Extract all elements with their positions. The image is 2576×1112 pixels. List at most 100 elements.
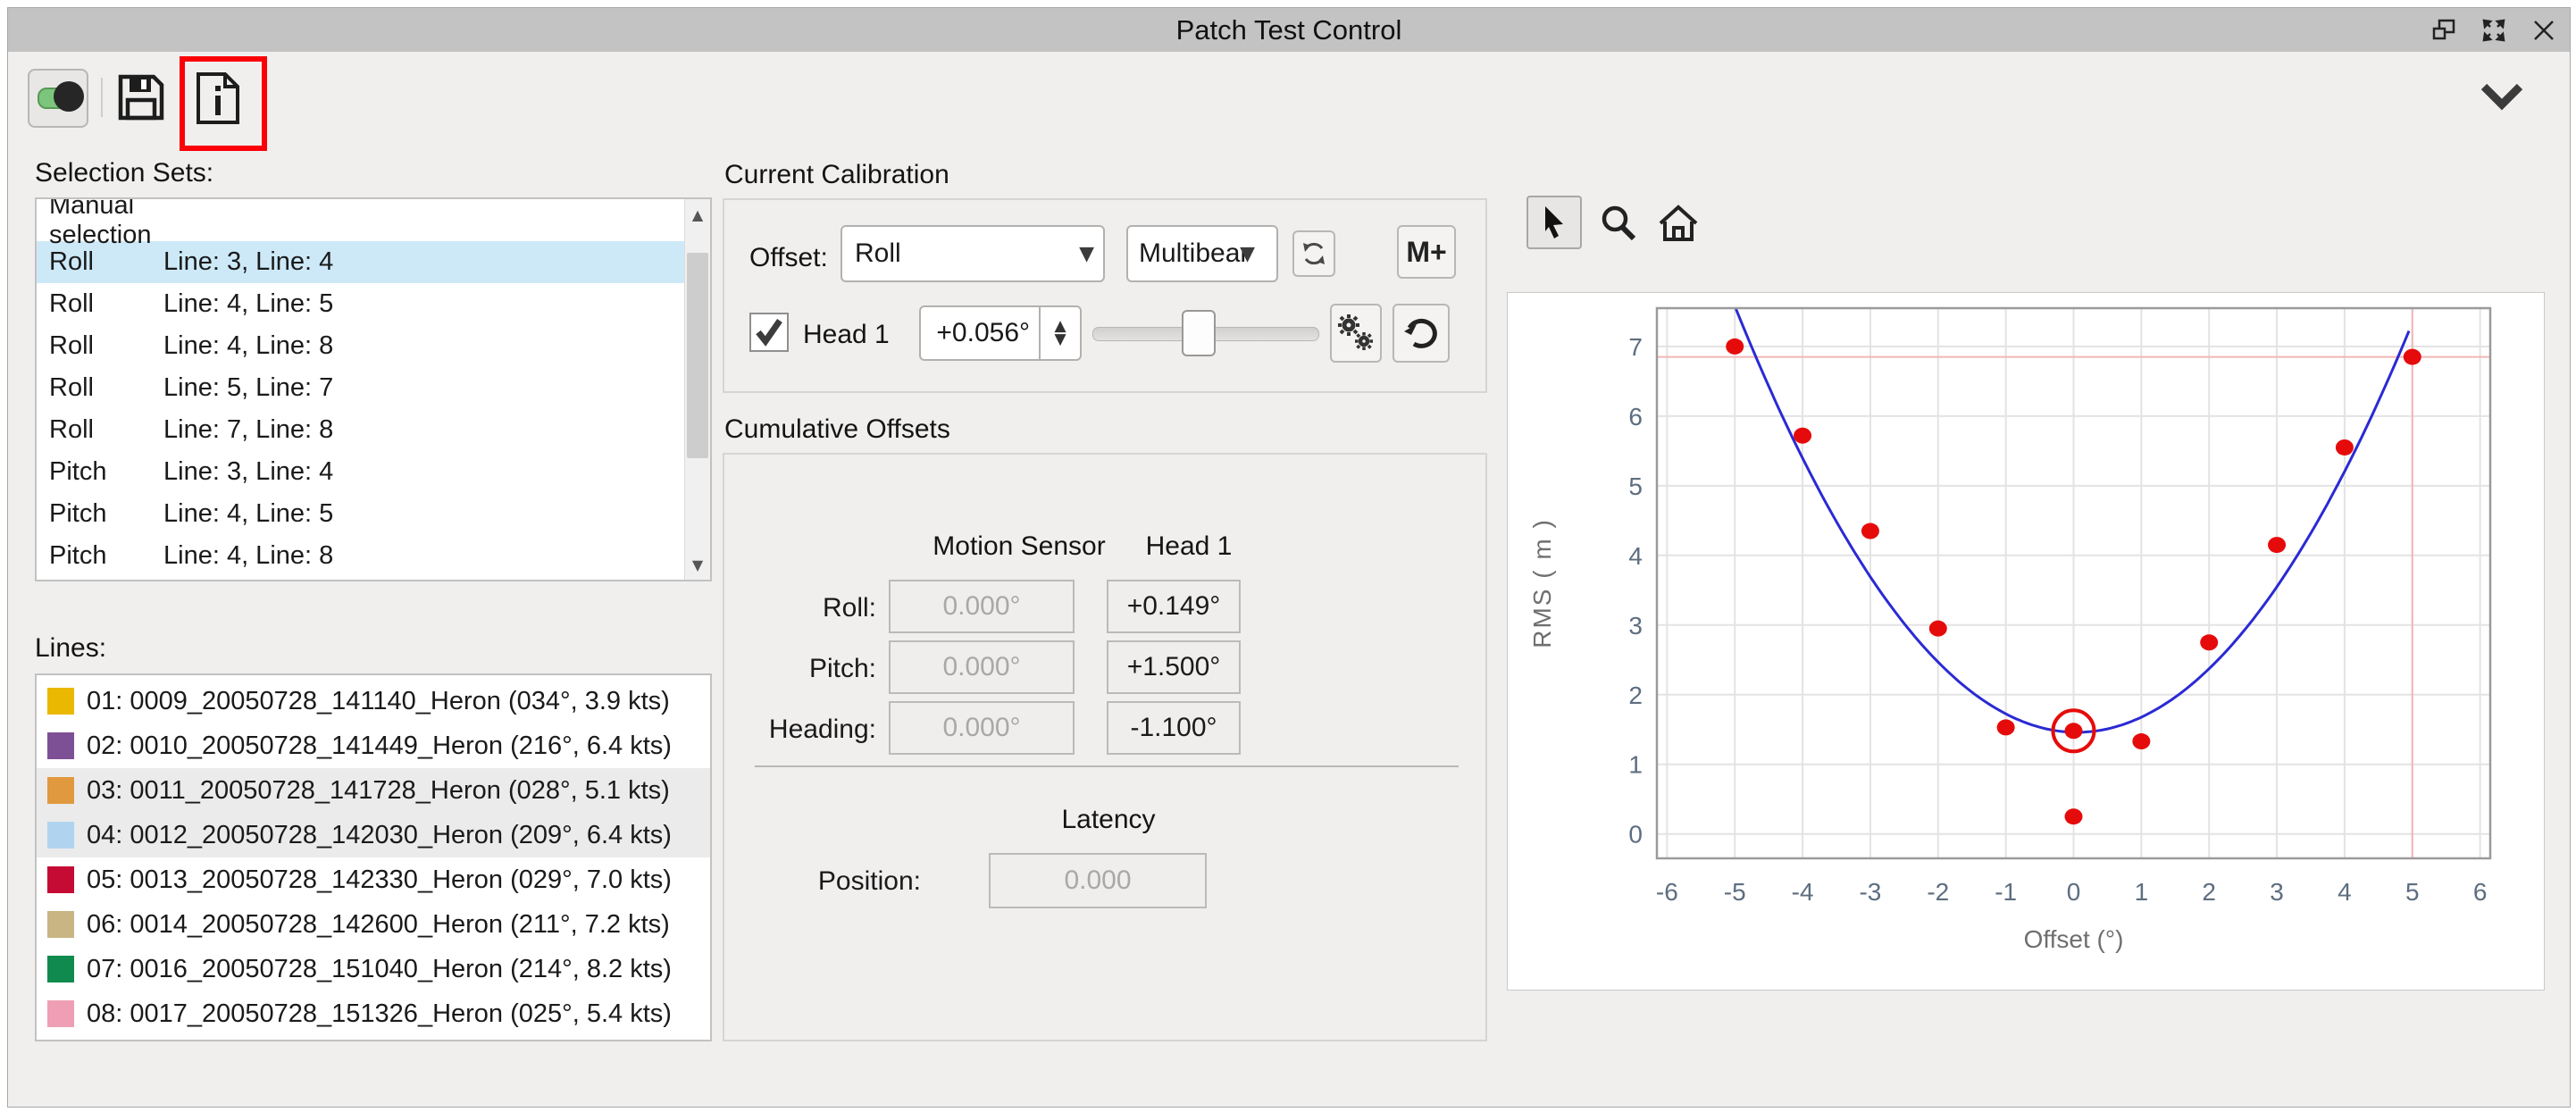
chevron-down-icon: ▼ — [1079, 243, 1094, 265]
chevron-down-icon — [2480, 82, 2524, 113]
patch-test-window: Patch Test Control — [7, 7, 2571, 1108]
line-color-swatch — [47, 732, 74, 759]
selection-sets-scrollbar[interactable]: ▲ ▼ — [684, 199, 710, 580]
collapse-panel-button[interactable] — [2479, 79, 2525, 115]
svg-text:3: 3 — [1628, 612, 1643, 640]
home-view-button[interactable] — [1653, 199, 1703, 247]
selection-set-row[interactable]: Roll Line: 3, Line: 4 — [37, 241, 685, 283]
toggle-on-icon — [38, 88, 79, 109]
line-row[interactable]: 05: 0013_20050728_142330_Heron (029°, 7.… — [37, 857, 710, 902]
current-calibration-title: Current Calibration — [724, 160, 949, 190]
head1-checkbox[interactable] — [749, 313, 789, 352]
check-icon — [754, 317, 784, 347]
selection-set-row[interactable]: Pitch Line: 3, Line: 4 — [37, 451, 685, 493]
refresh-button[interactable] — [1292, 230, 1335, 277]
svg-text:6: 6 — [1628, 403, 1643, 431]
svg-text:RMS ( m ): RMS ( m ) — [1528, 518, 1556, 648]
selection-sets-rows: Manual selection Roll Line: 3, Line: 4 R… — [37, 199, 685, 580]
lines-list[interactable]: 01: 0009_20050728_141140_Heron (034°, 3.… — [35, 673, 712, 1041]
heading-motion-field: 0.000° — [889, 701, 1075, 755]
latency-divider — [755, 765, 1459, 767]
display-toggle-button[interactable] — [28, 69, 88, 128]
rms-chart-panel[interactable]: -6-5-4-3-2-1012345601234567Offset (°)RMS… — [1507, 292, 2545, 991]
undo-icon — [1402, 315, 1440, 351]
svg-text:1: 1 — [1628, 751, 1643, 779]
line-color-swatch — [47, 777, 74, 804]
head1-label: Head 1 — [803, 320, 890, 350]
svg-text:1: 1 — [2135, 878, 2149, 906]
svg-text:3: 3 — [2270, 878, 2284, 906]
home-icon — [1657, 204, 1700, 243]
selection-set-row[interactable]: Pitch Line: 4, Line: 5 — [37, 493, 685, 535]
pointer-tool-button[interactable] — [1526, 196, 1582, 249]
chevron-down-icon: ▼ — [1240, 243, 1255, 265]
line-row[interactable]: 04: 0012_20050728_142030_Heron (209°, 6.… — [37, 813, 710, 857]
line-color-swatch — [47, 1000, 74, 1027]
offset-slider-thumb[interactable] — [1182, 310, 1216, 356]
device-dropdown[interactable]: Multibeam ▼ — [1126, 225, 1278, 282]
line-row[interactable]: 06: 0014_20050728_142600_Heron (211°, 7.… — [37, 902, 710, 947]
cursor-icon — [1538, 205, 1570, 240]
undo-button[interactable] — [1393, 304, 1450, 363]
current-calibration-box: Offset: Roll ▼ Multibeam ▼ M+ Head 1 +0.… — [723, 198, 1487, 393]
rms-chart[interactable]: -6-5-4-3-2-1012345601234567Offset (°)RMS… — [1508, 293, 2544, 990]
expand-icon[interactable] — [2480, 17, 2507, 44]
selection-set-row[interactable]: Manual selection — [37, 199, 685, 241]
memory-add-button[interactable]: M+ — [1397, 225, 1456, 279]
scroll-up-icon[interactable]: ▲ — [685, 199, 710, 230]
save-icon — [116, 72, 166, 122]
head1-offset-input[interactable]: +0.056° — [919, 305, 1041, 361]
line-color-swatch — [47, 866, 74, 893]
svg-text:-2: -2 — [1927, 878, 1949, 906]
svg-text:4: 4 — [1628, 542, 1643, 570]
line-color-swatch — [47, 956, 74, 982]
lines-label: Lines: — [35, 633, 106, 664]
cumulative-offsets-box: Motion Sensor Head 1 Roll: 0.000° +0.149… — [723, 453, 1487, 1041]
roll-head1-field[interactable]: +0.149° — [1107, 580, 1241, 633]
position-latency-field: 0.000 — [989, 853, 1207, 908]
info-document-icon — [195, 71, 241, 125]
pitch-head1-field[interactable]: +1.500° — [1107, 640, 1241, 694]
svg-text:2: 2 — [1628, 681, 1643, 709]
info-report-button[interactable] — [192, 71, 244, 126]
selection-set-row[interactable]: Roll Line: 4, Line: 5 — [37, 283, 685, 325]
float-window-icon[interactable] — [2430, 17, 2457, 44]
line-row[interactable]: 07: 0016_20050728_151040_Heron (214°, 8.… — [37, 947, 710, 991]
selection-sets-list[interactable]: Manual selection Roll Line: 3, Line: 4 R… — [35, 197, 712, 581]
scroll-down-icon[interactable]: ▼ — [685, 549, 710, 580]
line-row[interactable]: 08: 0017_20050728_151326_Heron (025°, 5.… — [37, 991, 710, 1036]
line-row[interactable]: 01: 0009_20050728_141140_Heron (034°, 3.… — [37, 679, 710, 723]
refresh-icon — [1300, 239, 1328, 268]
svg-text:0: 0 — [1628, 821, 1643, 849]
settings-button[interactable] — [1330, 304, 1382, 363]
save-button[interactable] — [113, 71, 169, 124]
svg-text:7: 7 — [1628, 333, 1643, 361]
selection-set-row[interactable]: Roll Line: 7, Line: 8 — [37, 409, 685, 451]
magnifier-icon — [1599, 204, 1638, 243]
selection-set-row[interactable]: Roll Line: 4, Line: 8 — [37, 325, 685, 367]
svg-text:Offset (°): Offset (°) — [2024, 925, 2124, 953]
svg-text:-1: -1 — [1995, 878, 2017, 906]
title-bar[interactable]: Patch Test Control — [8, 8, 2570, 52]
offset-label: Offset: — [749, 243, 828, 273]
pitch-label: Pitch: — [733, 654, 876, 684]
offset-type-dropdown[interactable]: Roll ▼ — [841, 225, 1105, 282]
heading-head1-field[interactable]: -1.100° — [1107, 701, 1241, 755]
head1-offset-spinner[interactable]: ▲ ▼ — [1041, 305, 1082, 361]
selection-set-row[interactable]: Roll Line: 5, Line: 7 — [37, 367, 685, 409]
selection-sets-label: Selection Sets: — [35, 158, 213, 188]
pitch-motion-field: 0.000° — [889, 640, 1075, 694]
line-row[interactable]: 03: 0011_20050728_141728_Heron (028°, 5.… — [37, 768, 710, 813]
svg-text:-3: -3 — [1859, 878, 1881, 906]
zoom-tool-button[interactable] — [1594, 199, 1643, 247]
svg-text:-4: -4 — [1792, 878, 1814, 906]
close-icon[interactable] — [2530, 17, 2557, 44]
svg-text:-6: -6 — [1656, 878, 1678, 906]
line-color-swatch — [47, 822, 74, 849]
head1-header: Head 1 — [1082, 531, 1296, 562]
line-row[interactable]: 02: 0010_20050728_141449_Heron (216°, 6.… — [37, 723, 710, 768]
scrollbar-thumb[interactable] — [687, 253, 708, 458]
spin-down-icon[interactable]: ▼ — [1054, 333, 1066, 347]
selection-set-row[interactable]: Pitch Line: 4, Line: 8 — [37, 535, 685, 577]
svg-text:5: 5 — [2405, 878, 2420, 906]
